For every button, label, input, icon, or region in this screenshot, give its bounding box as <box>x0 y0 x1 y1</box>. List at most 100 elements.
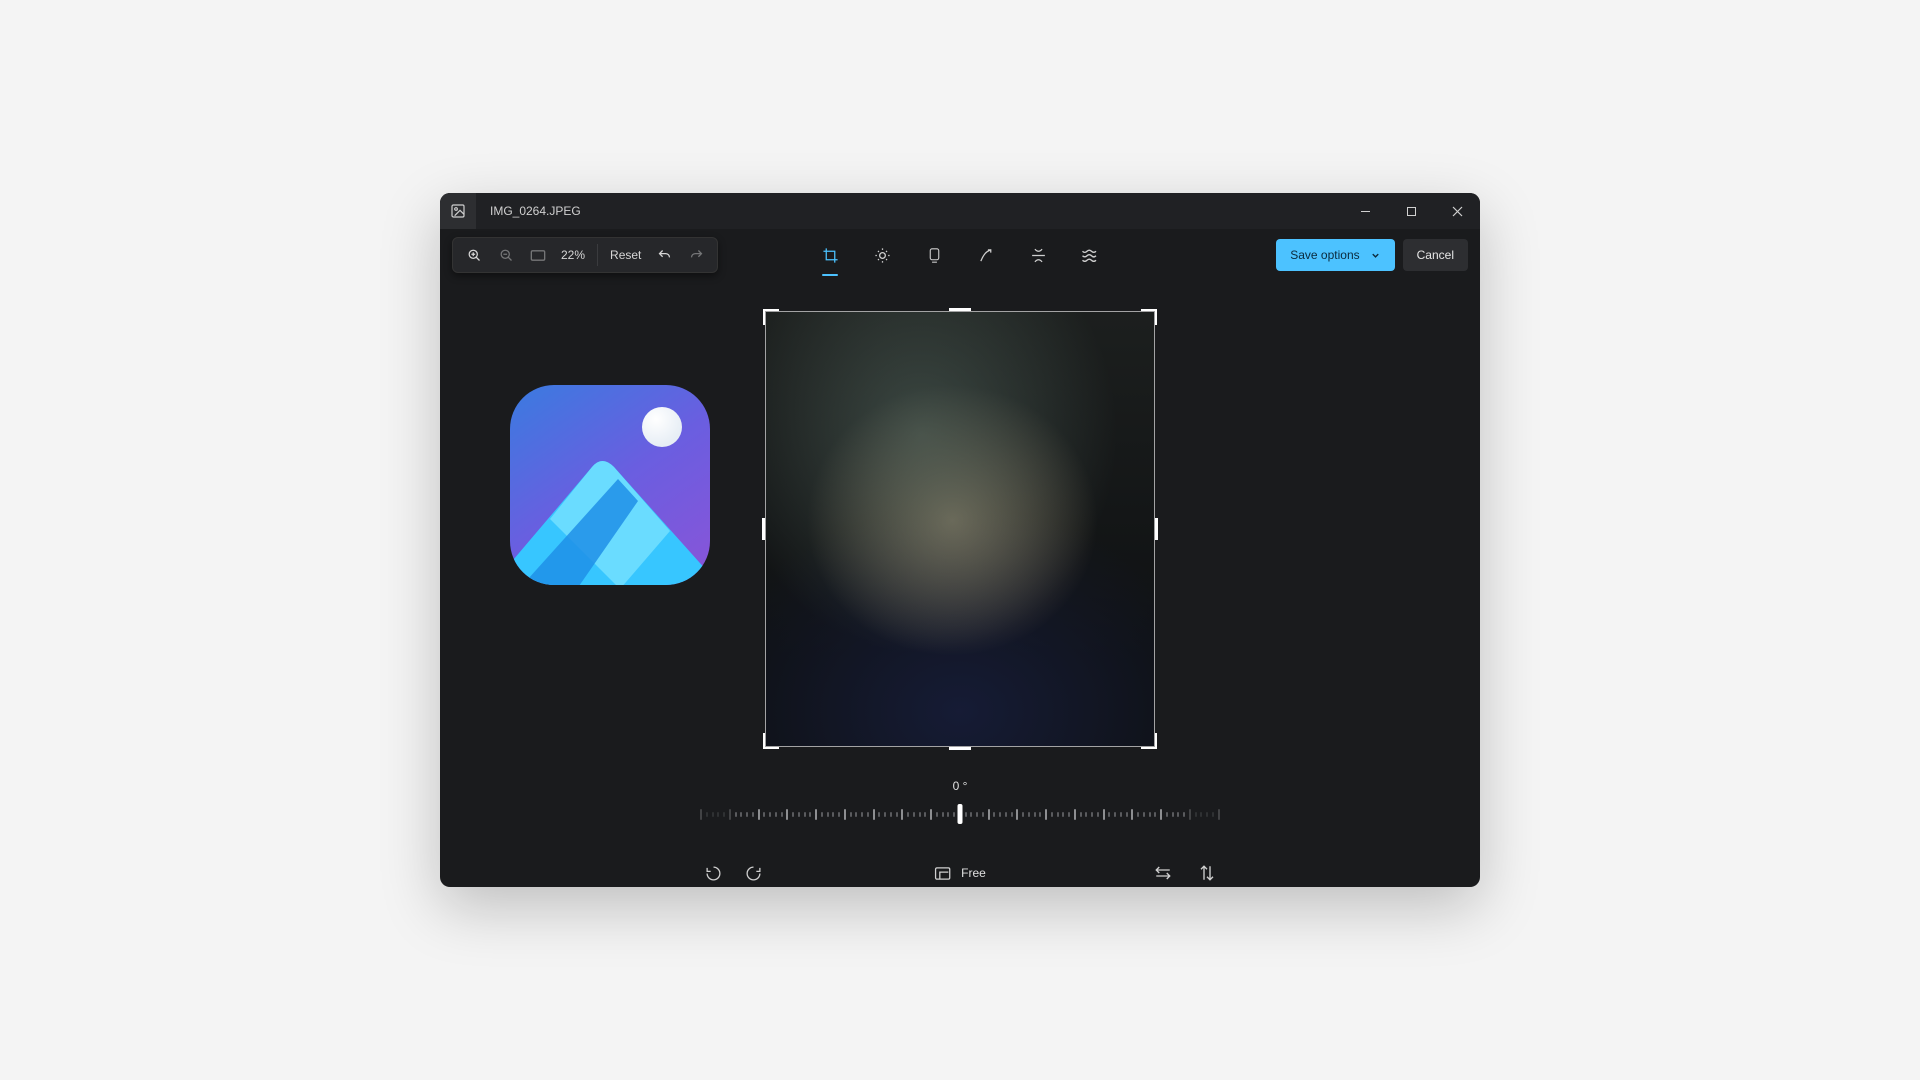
ruler-tick <box>700 809 702 820</box>
ruler-tick <box>1103 809 1105 820</box>
ruler-tick <box>1039 812 1041 817</box>
ruler-tick <box>999 812 1001 817</box>
zoom-in-button[interactable] <box>459 240 489 270</box>
save-options-label: Save options <box>1290 248 1359 262</box>
ruler-tick <box>1206 812 1208 817</box>
ruler-tick <box>1120 812 1122 817</box>
flip-vertical-button[interactable] <box>1194 860 1220 886</box>
fit-to-window-button[interactable] <box>523 240 553 270</box>
ruler-tick <box>775 812 777 817</box>
ruler-tick <box>913 812 915 817</box>
rotate-cw-button[interactable] <box>740 860 766 886</box>
crop-frame[interactable] <box>763 309 1157 749</box>
ruler-tick <box>867 812 869 817</box>
ruler-tick <box>861 812 863 817</box>
app-menu-button[interactable] <box>440 193 476 229</box>
aspect-icon <box>934 866 951 881</box>
tab-markup[interactable] <box>972 236 1000 274</box>
save-options-button[interactable]: Save options <box>1276 239 1394 271</box>
ruler-tick <box>1200 812 1202 817</box>
ruler-tick <box>1126 812 1128 817</box>
redo-icon <box>689 248 704 263</box>
ruler-tick <box>1189 809 1191 820</box>
minimize-button[interactable] <box>1342 193 1388 229</box>
ruler-tick <box>827 812 829 817</box>
rotate-ccw-button[interactable] <box>700 860 726 886</box>
ruler-tick <box>717 812 719 817</box>
image-preview[interactable] <box>766 312 1154 746</box>
toolbar-actions: Save options Cancel <box>1276 239 1468 271</box>
ruler-tick <box>1080 812 1082 817</box>
zoom-out-button[interactable] <box>491 240 521 270</box>
cancel-button[interactable]: Cancel <box>1403 239 1468 271</box>
close-icon <box>1452 206 1463 217</box>
ruler-tick <box>838 812 840 817</box>
maximize-button[interactable] <box>1388 193 1434 229</box>
rotate-cw-icon <box>745 865 762 882</box>
ruler-tick <box>735 812 737 817</box>
tab-crop[interactable] <box>816 236 844 274</box>
ruler-tick <box>1091 812 1093 817</box>
ruler-tick <box>873 809 875 820</box>
ruler-tick <box>1062 812 1064 817</box>
maximize-icon <box>1406 206 1417 217</box>
ruler-tick <box>1137 812 1139 817</box>
tab-background[interactable] <box>1076 236 1104 274</box>
crop-handle-br[interactable] <box>1141 733 1157 749</box>
ruler-tick <box>1108 812 1110 817</box>
ruler-tick <box>815 809 817 820</box>
ruler-tick <box>786 809 788 820</box>
fit-icon <box>530 249 546 262</box>
close-button[interactable] <box>1434 193 1480 229</box>
ruler-tick <box>781 812 783 817</box>
rotation-angle-label: 0 ° <box>953 779 968 793</box>
ruler-tick <box>1183 812 1185 817</box>
ruler-tick <box>1212 812 1214 817</box>
ruler-tick <box>907 812 909 817</box>
ruler-tick <box>1149 812 1151 817</box>
logo-moon-icon <box>642 407 682 447</box>
reset-button[interactable]: Reset <box>604 248 647 262</box>
rotation-handle[interactable] <box>958 804 963 824</box>
aspect-label: Free <box>961 866 986 880</box>
ruler-tick <box>855 812 857 817</box>
crop-handle-top[interactable] <box>949 308 971 311</box>
ruler-tick <box>844 809 846 820</box>
redo-button[interactable] <box>681 240 711 270</box>
ruler-tick <box>1085 812 1087 817</box>
ruler-tick <box>729 809 731 820</box>
photos-app-logo <box>510 385 710 585</box>
ruler-tick <box>1068 812 1070 817</box>
crop-handle-right[interactable] <box>1155 518 1158 540</box>
zoom-in-icon <box>467 248 482 263</box>
ruler-tick <box>752 812 754 817</box>
crop-handle-bl[interactable] <box>763 733 779 749</box>
tab-filter[interactable] <box>920 236 948 274</box>
title-bar: IMG_0264.JPEG <box>440 193 1480 229</box>
undo-button[interactable] <box>649 240 679 270</box>
crop-handle-left[interactable] <box>762 518 765 540</box>
crop-handle-tr[interactable] <box>1141 309 1157 325</box>
minimize-icon <box>1360 206 1371 217</box>
edit-mode-tabs <box>816 236 1104 274</box>
aspect-ratio-button[interactable]: Free <box>934 866 986 881</box>
ruler-tick <box>947 812 949 817</box>
ruler-tick <box>1160 809 1162 820</box>
ruler-tick <box>821 812 823 817</box>
flip-horizontal-button[interactable] <box>1150 860 1176 886</box>
ruler-tick <box>1005 812 1007 817</box>
flip-vertical-icon <box>1200 864 1214 882</box>
ruler-tick <box>1131 809 1133 820</box>
rotation-ruler[interactable] <box>700 803 1220 825</box>
ruler-tick <box>723 812 725 817</box>
ruler-tick <box>901 809 903 820</box>
rotate-ccw-icon <box>705 865 722 882</box>
ruler-tick <box>988 809 990 820</box>
background-blur-icon <box>1081 248 1099 262</box>
erase-icon <box>1030 247 1047 264</box>
tab-adjust[interactable] <box>868 236 896 274</box>
markup-icon <box>978 247 995 264</box>
tab-erase[interactable] <box>1024 236 1052 274</box>
crop-handle-tl[interactable] <box>763 309 779 325</box>
crop-handle-bottom[interactable] <box>949 747 971 750</box>
